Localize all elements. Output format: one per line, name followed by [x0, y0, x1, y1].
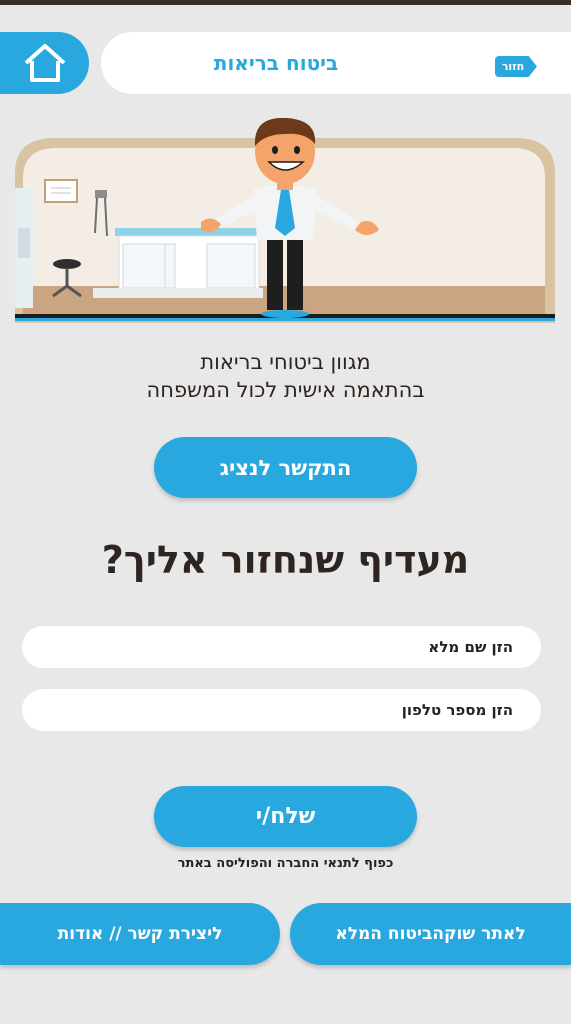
- contact-about-button[interactable]: ליצירת קשר // אודות: [0, 903, 280, 965]
- doctor-clinic-illustration: [15, 118, 555, 323]
- callback-heading: מעדיף שנחזור אליך?: [101, 538, 470, 582]
- back-button[interactable]: חזור: [495, 56, 537, 77]
- top-strip: [0, 0, 571, 5]
- full-site-button[interactable]: לאתר שוקהביטוח המלא: [290, 903, 571, 965]
- home-icon: [24, 44, 65, 82]
- phone-input[interactable]: [22, 689, 541, 731]
- tagline: מגוון ביטוחי בריאות בהתאמה אישית לכול המ…: [0, 348, 571, 404]
- tagline-line2: בהתאמה אישית לכול המשפחה: [146, 378, 425, 402]
- home-button[interactable]: [0, 32, 89, 94]
- header-bar: ביטוח בריאות חזור: [101, 32, 571, 94]
- terms-text: כפוף לתנאי החברה והפוליסה באתר: [177, 856, 394, 871]
- page-title: ביטוח בריאות: [213, 51, 339, 75]
- send-button[interactable]: שלח/י: [154, 786, 417, 847]
- full-name-input[interactable]: [22, 626, 541, 668]
- tagline-line1: מגוון ביטוחי בריאות: [200, 350, 371, 374]
- contact-representative-button[interactable]: התקשר לנציג: [154, 437, 417, 498]
